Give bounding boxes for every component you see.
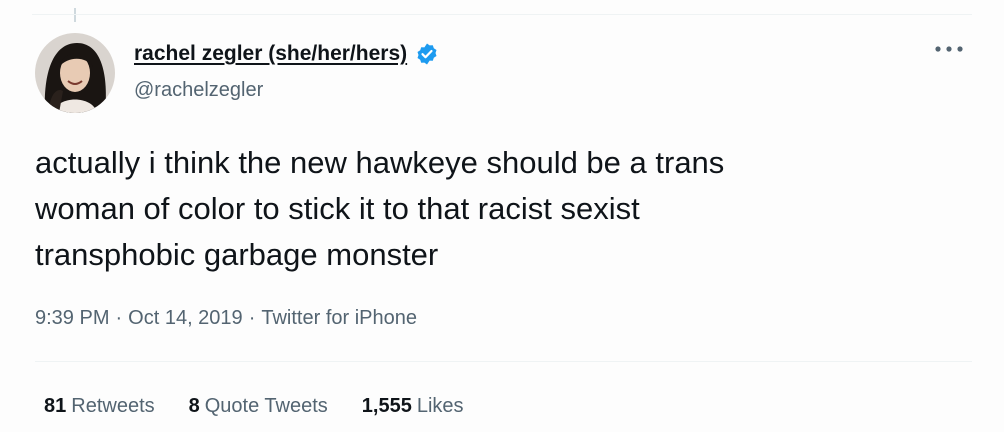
tweet-source[interactable]: Twitter for iPhone: [261, 307, 417, 330]
thread-connector-line: [74, 8, 76, 22]
stats-divider: [35, 361, 972, 362]
meta-separator: ·: [248, 307, 256, 329]
tweet-card: rachel zegler (she/her/hers) @rachelzegl…: [0, 0, 1004, 432]
quote-tweets-count: 8: [188, 395, 200, 417]
tweet-date[interactable]: Oct 14, 2019: [128, 307, 243, 330]
retweets-label: Retweets: [71, 395, 155, 417]
tweet-time[interactable]: 9:39 PM: [35, 307, 109, 330]
likes-count: 1,555: [361, 395, 412, 417]
author-handle[interactable]: @rachelzegler: [134, 79, 263, 102]
quote-tweets-label: Quote Tweets: [204, 395, 328, 417]
tweet-meta: 9:39 PM · Oct 14, 2019 · Twitter for iPh…: [35, 307, 417, 330]
retweets-count: 81: [44, 395, 67, 417]
avatar[interactable]: [35, 33, 115, 113]
verified-badge-icon: [415, 42, 439, 66]
likes-stat[interactable]: 1,555 Likes: [362, 395, 464, 418]
more-options-button[interactable]: [932, 38, 966, 60]
quote-tweets-stat[interactable]: 8 Quote Tweets: [189, 395, 328, 418]
likes-label: Likes: [416, 395, 464, 417]
retweets-stat[interactable]: 81 Retweets: [44, 395, 155, 418]
more-dots-icon: [935, 46, 963, 52]
top-divider: [32, 14, 972, 15]
author-display-name[interactable]: rachel zegler (she/her/hers): [134, 42, 407, 66]
profile-photo-icon: [35, 33, 115, 113]
tweet-stats: 81 Retweets 8 Quote Tweets 1,555 Likes: [44, 395, 464, 418]
meta-separator: ·: [115, 307, 123, 329]
author-name-row: rachel zegler (she/her/hers): [134, 42, 439, 66]
tweet-text: actually i think the new hawkeye should …: [35, 145, 725, 272]
